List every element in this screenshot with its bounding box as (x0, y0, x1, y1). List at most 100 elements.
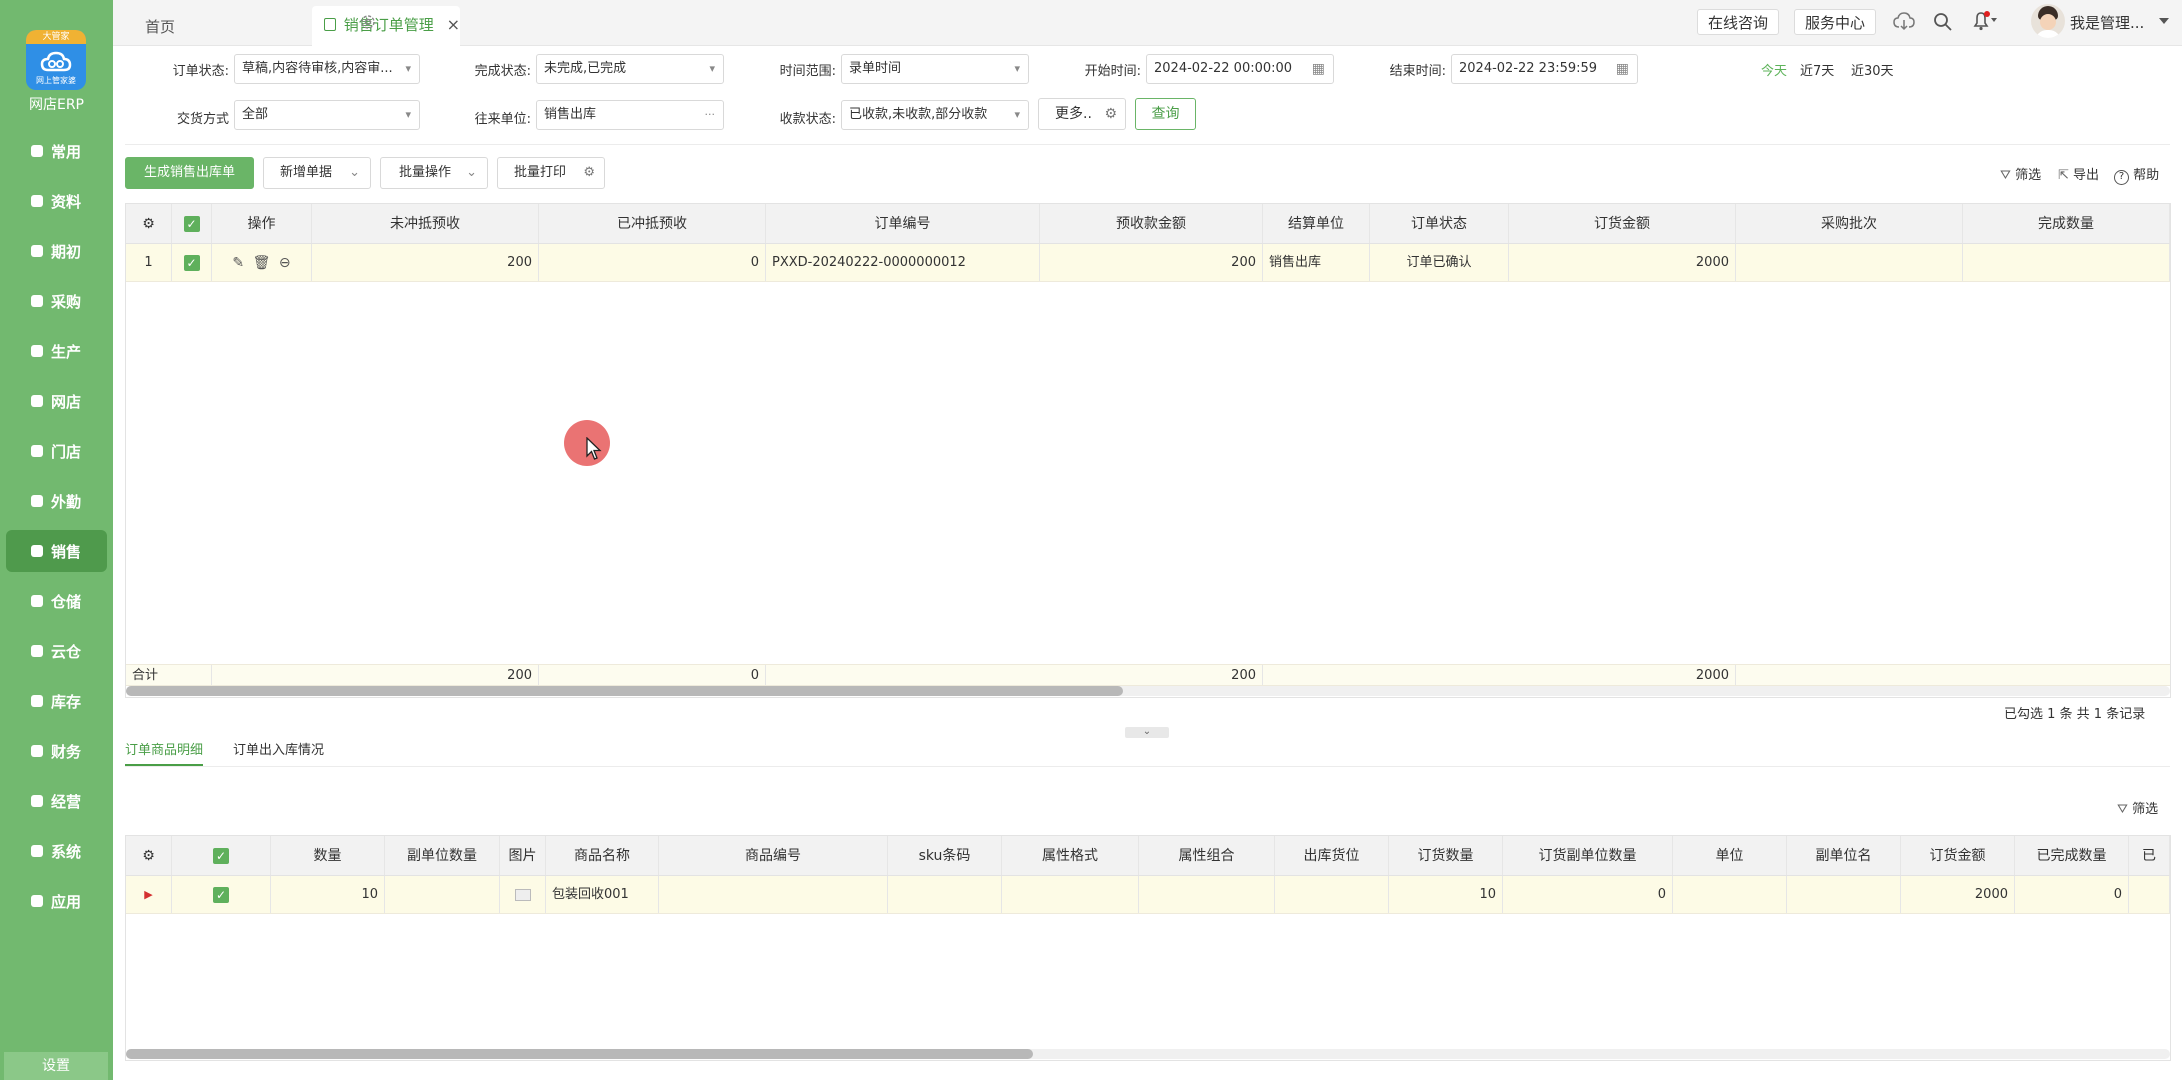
col-attr-combo[interactable]: 属性组合 (1139, 836, 1275, 875)
online-consult-button[interactable]: 在线咨询 (1697, 9, 1780, 35)
col-sub-unit-name[interactable]: 副单位名 (1787, 836, 1901, 875)
tab-order-stock[interactable]: 订单出入库情况 (233, 739, 324, 758)
avatar[interactable] (2031, 4, 2065, 38)
row-checkbox[interactable]: ✓ (172, 244, 212, 281)
cell-amount: 2000 (1509, 244, 1736, 281)
col-image[interactable]: 图片 (500, 836, 546, 875)
minus-circle-icon[interactable]: ⊖ (279, 255, 291, 271)
col-location[interactable]: 出库货位 (1275, 836, 1389, 875)
batch-print-button[interactable]: 批量打印 ⚙ (497, 157, 605, 189)
edit-icon[interactable]: ✎ (232, 255, 244, 271)
order-table-header: ⚙ ✓ 操作 未冲抵预收 已冲抵预收 订单编号 预收款金额 结算单位 订单状态 … (126, 204, 2170, 244)
generate-outbound-button[interactable]: 生成销售出库单 (125, 157, 254, 189)
expand-row-icon[interactable]: ▶ (126, 876, 172, 913)
col-amount[interactable]: 订货金额 (1901, 836, 2015, 875)
col-done-qty[interactable]: 完成数量 (1963, 204, 2170, 243)
sidebar-item-13[interactable]: 经营 (6, 780, 107, 822)
gear-icon[interactable] (359, 13, 377, 31)
sidebar-item-5[interactable]: 网店 (6, 380, 107, 422)
col-prepaid[interactable]: 预收款金额 (1040, 204, 1263, 243)
col-attr-format[interactable]: 属性格式 (1002, 836, 1139, 875)
image-placeholder-icon[interactable] (500, 876, 546, 913)
sidebar-item-1[interactable]: 资料 (6, 180, 107, 222)
select-all-checkbox[interactable]: ✓ (172, 836, 271, 875)
col-product-name[interactable]: 商品名称 (546, 836, 659, 875)
col-product-code[interactable]: 商品编号 (659, 836, 888, 875)
col-done-qty[interactable]: 已完成数量 (2015, 836, 2129, 875)
quick-today[interactable]: 今天 (1761, 60, 1787, 79)
sidebar-item-11[interactable]: 库存 (6, 680, 107, 722)
sidebar-item-14[interactable]: 系统 (6, 830, 107, 872)
tab-home[interactable]: 首页 (145, 8, 175, 46)
sidebar-item-12[interactable]: 财务 (6, 730, 107, 772)
col-unoffset[interactable]: 未冲抵预收 (312, 204, 539, 243)
col-order-no[interactable]: 订单编号 (766, 204, 1040, 243)
select-all-checkbox[interactable]: ✓ (172, 204, 212, 243)
quick-7days[interactable]: 近7天 (1800, 60, 1834, 79)
close-icon[interactable]: × (447, 15, 460, 34)
scrollbar-thumb[interactable] (126, 686, 1123, 696)
query-button[interactable]: 查询 (1135, 98, 1196, 130)
app-logo[interactable]: 大管家 网上管家婆 (26, 30, 86, 90)
sidebar-item-9[interactable]: 仓储 (6, 580, 107, 622)
tab-order-items[interactable]: 订单商品明细 (125, 739, 204, 766)
sidebar-item-0[interactable]: 常用 (6, 130, 107, 172)
time-range-select[interactable]: 录单时间 ▾ (841, 54, 1029, 84)
new-document-button[interactable]: 新增单据 ⌄ (263, 157, 371, 189)
sidebar-item-6[interactable]: 门店 (6, 430, 107, 472)
payment-status-select[interactable]: 已收款,未收款,部分收款 ▾ (841, 100, 1029, 130)
col-status[interactable]: 订单状态 (1370, 204, 1509, 243)
cloud-download-icon[interactable] (1893, 12, 1915, 32)
sidebar-item-2[interactable]: 期初 (6, 230, 107, 272)
horizontal-scrollbar[interactable] (126, 686, 2170, 696)
batch-operation-button[interactable]: 批量操作 ⌄ (380, 157, 488, 189)
col-order-sub-qty[interactable]: 订货副单位数量 (1503, 836, 1673, 875)
complete-status-select[interactable]: 未完成,已完成 ▾ (536, 54, 724, 84)
table-row[interactable]: 1 ✓ ✎ 🗑 ⊖ 200 0 PXXD-20240222-0000000012… (126, 244, 2170, 282)
sidebar-item-10[interactable]: 云仓 (6, 630, 107, 672)
collapse-handle[interactable]: ⌄ (1125, 727, 1169, 738)
sidebar-item-3[interactable]: 采购 (6, 280, 107, 322)
column-settings-icon[interactable]: ⚙ (126, 204, 172, 243)
quick-30days[interactable]: 近30天 (1851, 60, 1894, 79)
delete-icon[interactable]: 🗑 (253, 255, 271, 271)
col-settle-unit[interactable]: 结算单位 (1263, 204, 1370, 243)
row-checkbox[interactable]: ✓ (172, 876, 271, 913)
search-icon[interactable] (1933, 12, 1953, 32)
col-offset[interactable]: 已冲抵预收 (539, 204, 766, 243)
col-truncated[interactable]: 已 (2129, 836, 2170, 875)
more-filters-button[interactable]: 更多.. ⚙ (1038, 98, 1126, 130)
sidebar-item-7[interactable]: 外勤 (6, 480, 107, 522)
service-center-button[interactable]: 服务中心 (1794, 9, 1877, 35)
table-row[interactable]: ▶ ✓ 10 包装回收001 10 0 2000 0 (126, 876, 2170, 914)
sidebar-item-4[interactable]: 生产 (6, 330, 107, 372)
user-name[interactable]: 我是管理... (2070, 0, 2144, 46)
horizontal-scrollbar[interactable] (126, 1049, 2170, 1059)
col-amount[interactable]: 订货金额 (1509, 204, 1736, 243)
col-sub-qty[interactable]: 副单位数量 (385, 836, 500, 875)
tab-label: 销售订单管理 (343, 16, 434, 34)
filter-action[interactable]: ⛛ 筛选 (2000, 164, 2041, 183)
col-batch[interactable]: 采购批次 (1736, 204, 1963, 243)
scrollbar-thumb[interactable] (126, 1049, 1033, 1059)
order-status-select[interactable]: 草稿,内容待审核,内容审... ▾ (234, 54, 420, 84)
column-settings-icon[interactable]: ⚙ (126, 836, 172, 875)
settings-button[interactable]: 设置 (4, 1052, 108, 1080)
col-sku[interactable]: sku条码 (888, 836, 1002, 875)
partner-input[interactable]: 销售出库 ··· (536, 100, 724, 130)
chevron-down-icon[interactable] (2159, 18, 2169, 26)
sidebar-item-15[interactable]: 应用 (6, 880, 107, 922)
tab-sales-order[interactable]: 销售订单管理 × (312, 6, 460, 46)
export-action[interactable]: ⇱ 导出 (2058, 164, 2099, 183)
total-unoffset: 200 (312, 665, 539, 685)
help-action[interactable]: ? 帮助 (2114, 164, 2159, 185)
end-time-input[interactable]: 2024-02-22 23:59:59 ▦ (1451, 54, 1638, 84)
delivery-select[interactable]: 全部 ▾ (234, 100, 420, 130)
col-order-qty[interactable]: 订货数量 (1389, 836, 1503, 875)
col-qty[interactable]: 数量 (271, 836, 385, 875)
start-time-input[interactable]: 2024-02-22 00:00:00 ▦ (1146, 54, 1334, 84)
detail-filter-action[interactable]: ⛛ 筛选 (2117, 798, 2158, 817)
col-unit[interactable]: 单位 (1673, 836, 1787, 875)
sidebar-item-8[interactable]: 销售 (6, 530, 107, 572)
bell-icon[interactable] (1971, 10, 1997, 32)
